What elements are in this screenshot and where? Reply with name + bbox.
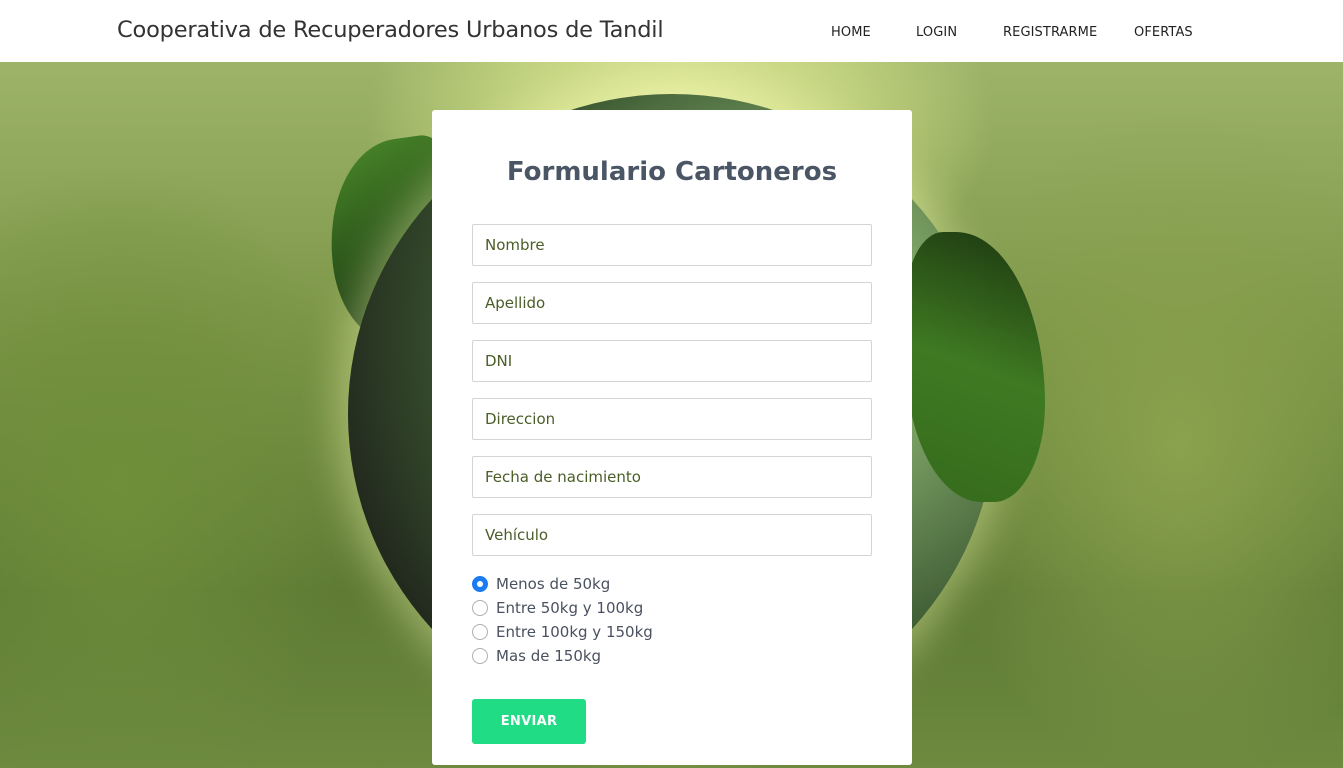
site-brand[interactable]: Cooperativa de Recuperadores Urbanos de … [117,17,664,43]
nav-login-link[interactable]: LOGIN [916,25,957,40]
weight-option-label[interactable]: Mas de 150kg [496,647,601,665]
apellido-field[interactable] [472,282,872,324]
weight-option-label[interactable]: Menos de 50kg [496,575,610,593]
radio-button[interactable] [472,624,488,640]
radio-button[interactable] [472,576,488,592]
top-navbar: Cooperativa de Recuperadores Urbanos de … [0,0,1343,62]
nombre-input[interactable] [473,225,871,265]
dni-input[interactable] [473,341,871,381]
apellido-input[interactable] [473,283,871,323]
weight-option-label[interactable]: Entre 100kg y 150kg [496,623,653,641]
cartoneros-form: Formulario Cartoneros Menos de 50kg Entr… [432,110,912,765]
direccion-field[interactable] [472,398,872,440]
weight-option-3[interactable]: Mas de 150kg [472,646,601,666]
vehiculo-input[interactable] [473,515,871,555]
fecha-nacimiento-field[interactable] [472,456,872,498]
weight-option-label[interactable]: Entre 50kg y 100kg [496,599,643,617]
weight-option-0[interactable]: Menos de 50kg [472,574,610,594]
nav-ofertas-link[interactable]: OFERTAS [1134,25,1193,40]
vehiculo-field[interactable] [472,514,872,556]
dni-field[interactable] [472,340,872,382]
weight-option-1[interactable]: Entre 50kg y 100kg [472,598,643,618]
fecha-nacimiento-input[interactable] [473,457,871,497]
radio-button[interactable] [472,600,488,616]
form-title: Formulario Cartoneros [506,157,838,187]
nombre-field[interactable] [472,224,872,266]
weight-option-2[interactable]: Entre 100kg y 150kg [472,622,653,642]
nav-home-link[interactable]: HOME [831,25,871,40]
enviar-button[interactable]: ENVIAR [472,699,586,744]
direccion-input[interactable] [473,399,871,439]
radio-button[interactable] [472,648,488,664]
nav-registrarme-link[interactable]: REGISTRARME [1003,25,1097,40]
